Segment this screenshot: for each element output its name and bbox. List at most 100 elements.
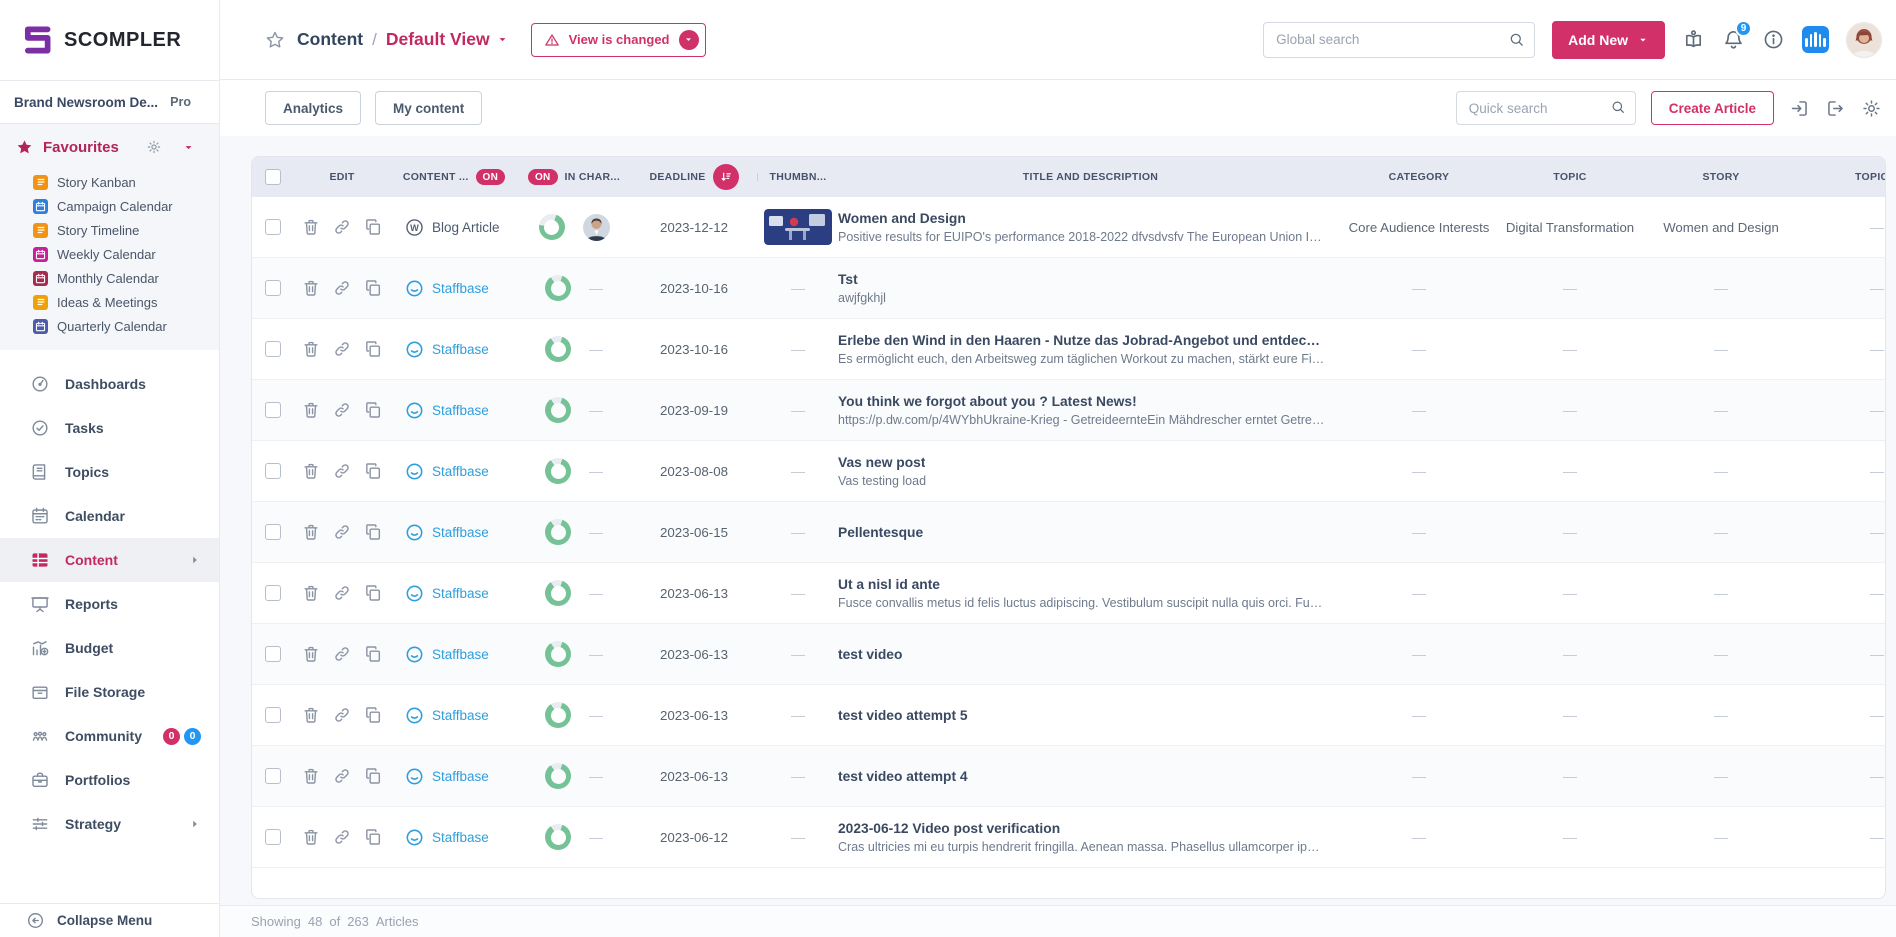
create-article-button[interactable]: Create Article <box>1651 91 1774 125</box>
title-cell[interactable]: You think we forgot about you ? Latest N… <box>838 394 1343 427</box>
article-title[interactable]: test video <box>838 647 902 662</box>
table-row[interactable]: Staffbase—2023-06-12—2023-06-12 Video po… <box>252 807 1885 868</box>
delete-icon[interactable] <box>301 827 321 847</box>
thumbnail-cell[interactable]: — <box>758 463 838 479</box>
sidebar-item-dashboards[interactable]: Dashboards <box>0 362 219 406</box>
column-header-category[interactable]: CATEGORY <box>1343 171 1495 183</box>
delete-icon[interactable] <box>301 217 321 237</box>
search-icon[interactable] <box>1508 31 1525 53</box>
quick-search-icon[interactable] <box>1610 99 1626 120</box>
sidebar-item-strategy[interactable]: Strategy <box>0 802 219 846</box>
thumbnail-cell[interactable]: — <box>758 280 838 296</box>
favourite-item[interactable]: Story Kanban <box>0 170 219 194</box>
intercom-messenger-icon[interactable] <box>1802 26 1829 53</box>
row-checkbox[interactable] <box>265 768 281 784</box>
content-type-cell[interactable]: Staffbase <box>390 339 518 360</box>
sidebar-item-portfolios[interactable]: Portfolios <box>0 758 219 802</box>
link-icon[interactable] <box>332 705 352 725</box>
column-header-content-type[interactable]: CONTENT ... ON <box>390 169 518 185</box>
favourites-collapse-icon[interactable] <box>182 141 195 154</box>
article-title[interactable]: Vas new post <box>838 455 925 470</box>
article-title[interactable]: Pellentesque <box>838 525 923 540</box>
notifications-bell-icon[interactable]: 9 <box>1722 28 1745 51</box>
row-checkbox[interactable] <box>265 829 281 845</box>
title-cell[interactable]: Ut a nisl id anteFusce convallis metus i… <box>838 577 1343 610</box>
title-cell[interactable]: test video <box>838 647 1343 662</box>
thumbnail-cell[interactable] <box>758 209 838 245</box>
tab-my-content[interactable]: My content <box>375 91 482 125</box>
view-dropdown-caret-icon[interactable] <box>496 33 509 46</box>
table-row[interactable]: Staffbase—2023-06-13—test video attempt … <box>252 746 1885 807</box>
article-title[interactable]: 2023-06-12 Video post verification <box>838 821 1060 836</box>
column-header-deadline[interactable]: DEADLINE <box>630 164 758 190</box>
quick-search-input[interactable] <box>1456 91 1636 125</box>
favourite-item[interactable]: Campaign Calendar <box>0 194 219 218</box>
workspace-row[interactable]: Brand Newsroom De... Pro <box>0 80 219 124</box>
favourites-settings-icon[interactable] <box>146 139 162 155</box>
duplicate-icon[interactable] <box>363 217 383 237</box>
content-type-cell[interactable]: Staffbase <box>390 278 518 299</box>
sidebar-item-community[interactable]: Community00 <box>0 714 219 758</box>
duplicate-icon[interactable] <box>363 583 383 603</box>
import-icon[interactable] <box>1789 98 1810 119</box>
table-row[interactable]: Staffbase—2023-06-15—Pellentesque———— <box>252 502 1885 563</box>
in-charge-toggle-badge[interactable]: ON <box>528 169 558 185</box>
delete-icon[interactable] <box>301 278 321 298</box>
delete-icon[interactable] <box>301 339 321 359</box>
title-cell[interactable]: Vas new postVas testing load <box>838 455 1343 488</box>
row-checkbox[interactable] <box>265 707 281 723</box>
column-header-thumbnail[interactable]: THUMBN... <box>758 171 838 183</box>
link-icon[interactable] <box>332 827 352 847</box>
favourite-item[interactable]: Weekly Calendar <box>0 242 219 266</box>
sidebar-item-tasks[interactable]: Tasks <box>0 406 219 450</box>
table-settings-gear-icon[interactable] <box>1861 98 1882 119</box>
title-cell[interactable]: Pellentesque <box>838 525 1343 540</box>
table-row[interactable]: WBlog Article2023-12-12Women and DesignP… <box>252 197 1885 258</box>
link-icon[interactable] <box>332 339 352 359</box>
table-row[interactable]: Staffbase—2023-09-19—You think we forgot… <box>252 380 1885 441</box>
sidebar-item-topics[interactable]: Topics <box>0 450 219 494</box>
article-title[interactable]: Ut a nisl id ante <box>838 577 940 592</box>
favourite-item[interactable]: Story Timeline <box>0 218 219 242</box>
article-title[interactable]: Women and Design <box>838 211 966 226</box>
brand-logo[interactable]: SCOMPLER <box>0 0 219 80</box>
article-thumbnail[interactable] <box>764 209 832 245</box>
title-cell[interactable]: Erlebe den Wind in den Haaren - Nutze da… <box>838 333 1343 366</box>
favourites-header[interactable]: Favourites <box>0 124 219 170</box>
column-header-topics[interactable]: TOPIC/S <box>1797 171 1886 183</box>
content-type-toggle-badge[interactable]: ON <box>476 169 506 185</box>
article-title[interactable]: Tst <box>838 272 858 287</box>
guide-book-icon[interactable] <box>1682 28 1705 51</box>
add-new-button[interactable]: Add New <box>1552 21 1665 59</box>
collapse-menu-button[interactable]: Collapse Menu <box>0 903 219 937</box>
sidebar-item-content[interactable]: Content <box>0 538 219 582</box>
thumbnail-cell[interactable]: — <box>758 341 838 357</box>
duplicate-icon[interactable] <box>363 522 383 542</box>
sort-descending-icon[interactable] <box>713 164 739 190</box>
thumbnail-cell[interactable]: — <box>758 585 838 601</box>
link-icon[interactable] <box>332 766 352 786</box>
title-cell[interactable]: Women and DesignPositive results for EUI… <box>838 211 1343 244</box>
content-type-cell[interactable]: Staffbase <box>390 705 518 726</box>
link-icon[interactable] <box>332 400 352 420</box>
link-icon[interactable] <box>332 461 352 481</box>
row-checkbox[interactable] <box>265 524 281 540</box>
delete-icon[interactable] <box>301 705 321 725</box>
content-type-cell[interactable]: Staffbase <box>390 583 518 604</box>
sidebar-item-budget[interactable]: Budget <box>0 626 219 670</box>
table-row[interactable]: Staffbase—2023-06-13—test video attempt … <box>252 685 1885 746</box>
breadcrumb-view[interactable]: Default View <box>386 29 490 50</box>
row-checkbox[interactable] <box>265 219 281 235</box>
favourite-item[interactable]: Quarterly Calendar <box>0 314 219 338</box>
info-icon[interactable] <box>1762 28 1785 51</box>
favourite-item[interactable]: Monthly Calendar <box>0 266 219 290</box>
article-title[interactable]: test video attempt 5 <box>838 708 968 723</box>
table-row[interactable]: Staffbase—2023-10-16—Tstawjfgkhjl———— <box>252 258 1885 319</box>
thumbnail-cell[interactable]: — <box>758 829 838 845</box>
link-icon[interactable] <box>332 278 352 298</box>
duplicate-icon[interactable] <box>363 705 383 725</box>
row-checkbox[interactable] <box>265 341 281 357</box>
article-title[interactable]: test video attempt 4 <box>838 769 968 784</box>
view-changed-button[interactable]: View is changed <box>531 23 706 57</box>
content-type-cell[interactable]: Staffbase <box>390 766 518 787</box>
